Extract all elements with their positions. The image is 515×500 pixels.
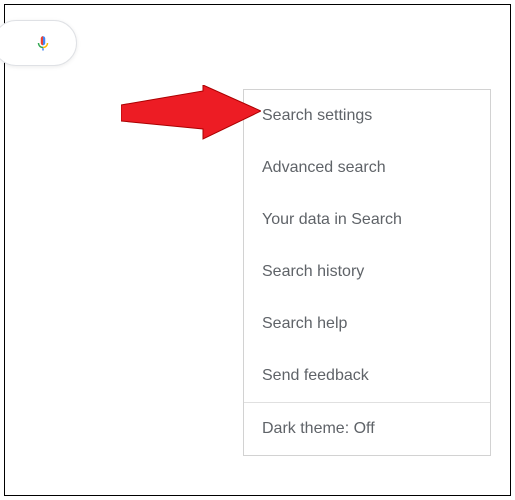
menu-item-dark-theme[interactable]: Dark theme: Off [244, 403, 490, 455]
annotation-arrow-icon [121, 85, 261, 143]
menu-item-search-settings[interactable]: Search settings [244, 90, 490, 142]
menu-item-send-feedback[interactable]: Send feedback [244, 350, 490, 402]
menu-item-your-data[interactable]: Your data in Search [244, 194, 490, 246]
search-bar-fragment[interactable] [0, 20, 77, 66]
menu-item-search-history[interactable]: Search history [244, 246, 490, 298]
page-frame: Search settings Advanced search Your dat… [4, 4, 511, 496]
settings-menu: Search settings Advanced search Your dat… [243, 89, 491, 456]
microphone-icon[interactable] [34, 31, 52, 55]
menu-item-search-help[interactable]: Search help [244, 298, 490, 350]
menu-item-advanced-search[interactable]: Advanced search [244, 142, 490, 194]
